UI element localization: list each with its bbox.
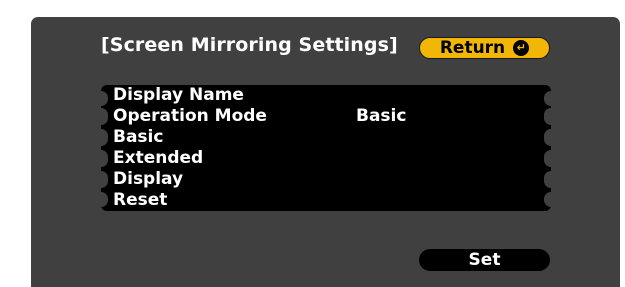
menu-item-reset[interactable]: Reset (101, 190, 551, 211)
menu-item-basic[interactable]: Basic (101, 127, 551, 148)
set-button[interactable]: Set (419, 249, 550, 271)
settings-panel: [Screen Mirroring Settings] Return ↵ Dis… (31, 17, 620, 287)
return-button-label: Return (439, 38, 506, 58)
menu-item-display-name[interactable]: Display Name (101, 85, 551, 106)
operation-mode-value: Basic (356, 106, 407, 126)
menu-item-label: Reset (113, 190, 168, 210)
settings-menu: Display Name Operation Mode Basic Basic … (101, 85, 551, 211)
menu-item-label: Operation Mode (113, 106, 267, 126)
page-title: [Screen Mirroring Settings] (101, 34, 398, 56)
menu-item-label: Basic (113, 127, 164, 147)
menu-item-label: Display Name (113, 85, 244, 105)
return-button[interactable]: Return ↵ (419, 37, 550, 59)
menu-item-display[interactable]: Display (101, 169, 551, 190)
menu-item-extended[interactable]: Extended (101, 148, 551, 169)
enter-return-icon: ↵ (513, 40, 530, 56)
menu-item-operation-mode[interactable]: Operation Mode Basic (101, 106, 551, 127)
menu-item-label: Extended (113, 148, 204, 168)
menu-item-label: Display (113, 169, 184, 189)
